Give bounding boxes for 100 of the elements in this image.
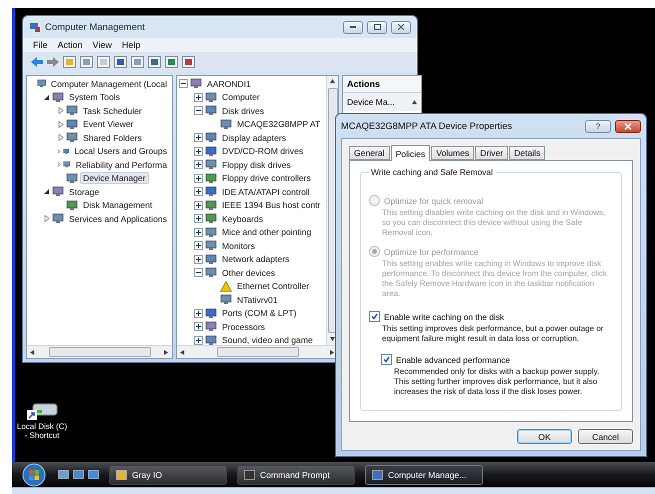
tree-item[interactable]: Storage <box>66 186 102 198</box>
tab[interactable]: General <box>349 146 390 160</box>
group-title: Write caching and Safe Removal <box>370 167 494 177</box>
back-icon[interactable] <box>31 57 43 67</box>
minimize-button[interactable] <box>343 20 363 34</box>
dialog-button[interactable]: Cancel <box>578 429 633 444</box>
tree-item[interactable]: Floppy drive controllers <box>219 172 314 184</box>
tree-item[interactable]: Network adapters <box>219 253 292 266</box>
menu-item[interactable]: View <box>92 40 112 50</box>
scroll-left-icon <box>180 350 185 354</box>
device-icon <box>205 240 217 252</box>
tab[interactable]: Volumes <box>431 146 474 160</box>
tab[interactable]: Driver <box>475 146 508 160</box>
toolbar-icon[interactable] <box>80 56 93 68</box>
computer-icon <box>29 22 41 32</box>
taskbar-button[interactable]: Computer Manage... <box>365 464 483 484</box>
tree-item[interactable]: Floppy disk drives <box>219 158 294 171</box>
tree-item[interactable]: Keyboards <box>219 212 266 225</box>
dialog-button[interactable]: OK <box>517 429 572 444</box>
checkbox[interactable] <box>381 354 392 365</box>
close-button[interactable] <box>391 20 411 34</box>
dialog-title: MCAQE32G8MPP ATA Device Properties <box>341 121 514 131</box>
checkbox-label: Enable write caching on the disk <box>384 312 504 322</box>
app-icon <box>372 470 383 480</box>
close-button[interactable] <box>615 120 641 132</box>
taskbar-button[interactable]: Gray IO <box>109 464 227 484</box>
checkbox[interactable] <box>369 311 380 322</box>
tab[interactable]: Details <box>509 146 546 160</box>
desktop-icon-label: - Shortcut <box>24 431 60 440</box>
device-icon <box>66 118 78 130</box>
quick-launch-icon[interactable] <box>88 470 99 480</box>
tree-item[interactable]: IEEE 1394 Bus host contr <box>219 199 324 212</box>
tree-item[interactable]: Disk Management <box>80 199 156 212</box>
help-button[interactable]: ? <box>585 120 611 132</box>
toolbar-icon[interactable] <box>182 56 195 68</box>
checkbox-label: Enable advanced performance <box>396 354 510 364</box>
tree-item[interactable]: Device Manager <box>80 172 149 184</box>
tree-item[interactable]: Sound, video and game <box>219 334 316 345</box>
tree-item[interactable]: System Tools <box>66 91 123 104</box>
tree-item[interactable]: Disk drives <box>219 104 268 117</box>
tree-item[interactable]: Computer <box>219 91 263 104</box>
quick-launch-icon[interactable] <box>58 470 69 480</box>
tree-item[interactable]: MCAQE32G8MPP AT <box>234 118 324 130</box>
tab[interactable]: Policies <box>390 145 430 161</box>
device-icon <box>66 200 78 211</box>
device-icon <box>205 92 217 103</box>
maximize-button[interactable] <box>367 20 387 34</box>
radio-label: Optimize for performance <box>384 246 478 256</box>
device-icon <box>205 172 217 184</box>
tree-item[interactable]: Shared Folders <box>80 132 145 144</box>
toolbar-icon[interactable] <box>131 56 144 68</box>
device-icon <box>52 213 64 224</box>
app-icon <box>116 470 127 480</box>
tree-item[interactable]: Other devices <box>219 266 278 279</box>
device-icon <box>205 321 217 332</box>
tree-item[interactable]: NTativrv01 <box>234 294 281 306</box>
tree-item[interactable]: Ports (COM & LPT) <box>219 307 300 320</box>
tree-item[interactable]: Display adapters <box>219 132 290 144</box>
scroll-up-icon <box>330 79 335 84</box>
start-orb-icon[interactable] <box>22 462 46 486</box>
quick-launch-icon[interactable] <box>73 470 84 480</box>
device-icon <box>62 146 70 157</box>
minimize-icon <box>350 26 356 28</box>
device-icon <box>220 294 232 306</box>
option-description: This setting improves disk performance, but a power outage or equipment failure might result in data loss or corruption. <box>382 324 604 344</box>
toolbar-icon[interactable] <box>63 56 76 68</box>
tree-item[interactable]: Computer Management (Local <box>48 78 170 90</box>
menu-item[interactable]: File <box>33 40 48 50</box>
device-icon <box>220 118 232 130</box>
scroll-down-icon <box>330 337 335 342</box>
tree-item[interactable]: DVD/CD-ROM drives <box>219 145 306 158</box>
tree-item[interactable]: Ethernet Controller <box>234 280 312 292</box>
tree-item[interactable]: Processors <box>219 320 268 333</box>
tree-item[interactable]: Event Viewer <box>80 118 136 130</box>
scroll-left-icon <box>30 350 35 354</box>
toolbar-icon[interactable] <box>148 56 161 68</box>
horizontal-scrollbar[interactable] <box>27 345 172 358</box>
device-icon <box>205 226 217 238</box>
device-icon <box>205 334 217 345</box>
toolbar-icon[interactable] <box>165 56 178 68</box>
menu-item[interactable]: Action <box>58 40 83 50</box>
tree-item[interactable]: Mice and other pointing <box>219 226 314 238</box>
device-icon <box>205 213 217 224</box>
tree-item[interactable]: Monitors <box>219 240 258 252</box>
horizontal-scrollbar[interactable] <box>177 345 338 358</box>
tree-item[interactable]: Reliability and Performa <box>72 158 170 171</box>
device-icon <box>205 105 217 116</box>
forward-icon[interactable] <box>47 57 59 67</box>
tree-item[interactable]: Local Users and Groups <box>71 145 170 158</box>
tree-item[interactable]: Task Scheduler <box>80 104 145 117</box>
toolbar-icon[interactable] <box>114 56 127 68</box>
tree-item[interactable]: AARONDI1 <box>204 78 254 90</box>
menu-item[interactable]: Help <box>122 40 140 50</box>
tree-item[interactable]: IDE ATA/ATAPI controll <box>219 186 313 198</box>
device-icon <box>52 186 64 198</box>
device-icon <box>36 78 46 90</box>
toolbar-icon[interactable] <box>97 56 110 68</box>
collapse-icon <box>412 100 417 104</box>
tree-item[interactable]: Services and Applications <box>66 212 170 225</box>
taskbar-button[interactable]: Command Prompt <box>237 464 355 484</box>
